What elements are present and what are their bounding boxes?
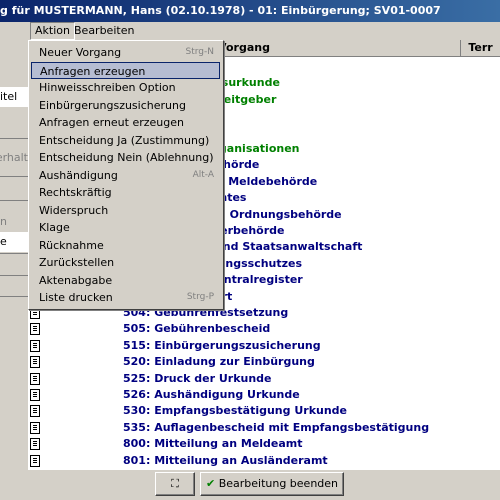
window-title: g für MUSTERMANN, Hans (02.10.1978) - 01…: [0, 4, 441, 17]
menu-item[interactable]: Liste drucken Strg-P: [31, 289, 220, 306]
table-row[interactable]: 505: Gebührenbescheid: [28, 320, 500, 337]
expand-button[interactable]: ⛶: [155, 472, 195, 496]
table-row[interactable]: 800: Mitteilung an Meldeamt: [28, 435, 500, 452]
separator: [0, 138, 28, 139]
menu-item-shortcut: Alt-A: [192, 169, 214, 180]
bottom-bar: ⛶ ✔ Bearbeitung beenden: [0, 470, 500, 500]
menu-item-label: Anfragen erzeugen: [40, 64, 146, 78]
menu-item[interactable]: Aktenabgabe: [31, 272, 220, 289]
row-label: 515: Einbürgerungszusicherung: [123, 338, 321, 352]
column-header-termin[interactable]: Terr: [461, 40, 500, 57]
finish-editing-button[interactable]: ✔ Bearbeitung beenden: [200, 472, 344, 496]
document-icon: [30, 372, 40, 385]
row-label: 520: Einladung zur Einbürgung: [123, 355, 315, 369]
table-row[interactable]: 530: Empfangsbestätigung Urkunde: [28, 402, 500, 419]
menu-item[interactable]: Anfragen erneut erzeugen: [31, 114, 220, 131]
menu-item-label: Hinweisschreiben Option: [39, 81, 176, 94]
row-label: 505: Gebührenbescheid: [123, 322, 271, 336]
menu-item[interactable]: Anfragen erzeugen: [31, 61, 220, 79]
menu-item[interactable]: Aushändigung Alt-A: [31, 167, 220, 184]
menu-item-shortcut: Strg-P: [186, 292, 214, 302]
left-tab-1[interactable]: itel: [0, 87, 28, 107]
menu-item[interactable]: Zurückstellen: [31, 254, 220, 271]
separator: [0, 176, 28, 177]
left-tab-3[interactable]: n: [0, 212, 28, 232]
fullscreen-icon: ⛶: [171, 477, 179, 490]
menu-item[interactable]: Widerspruch: [31, 202, 220, 219]
window-title-bar: g für MUSTERMANN, Hans (02.10.1978) - 01…: [0, 0, 500, 22]
menu-aktion[interactable]: Aktion: [30, 22, 75, 40]
menu-bearbeiten[interactable]: Bearbeiten: [70, 23, 138, 39]
aktion-dropdown-menu: Neuer Vorgang Strg-N Anfragen erzeugen Hinw…: [28, 40, 224, 310]
row-label: 525: Druck der Urkunde: [123, 371, 272, 385]
menu-item-label: Rechtskräftig: [39, 186, 112, 199]
finish-editing-label: Bearbeitung beenden: [218, 477, 339, 490]
row-label: 526: Aushändigung Urkunde: [123, 388, 300, 401]
document-icon: [30, 421, 40, 434]
checkmark-icon: ✔: [205, 477, 216, 490]
menu-item-label: Neuer Vorgang: [39, 46, 122, 59]
document-icon: [30, 339, 40, 352]
menu-bar: Aktion Bearbeiten: [0, 22, 500, 40]
menu-item-label: Aktenabgabe: [39, 273, 113, 287]
separator: [0, 296, 28, 297]
document-icon: [30, 389, 40, 401]
menu-item[interactable]: Rechtskräftig: [31, 184, 220, 201]
menu-item-label: Anfragen erneut erzeugen: [39, 116, 184, 129]
table-row[interactable]: 515: Einbürgerungszusicherung: [28, 337, 500, 354]
menu-item-label: Widerspruch: [39, 203, 109, 217]
menu-item-shortcut: Strg-N: [185, 47, 214, 57]
table-row[interactable]: 801: Mitteilung an Ausländeramt: [28, 452, 500, 469]
menu-item-label: Entscheidung Ja (Zustimmung): [39, 133, 210, 147]
menu-item[interactable]: Einbürgerungszusicherung: [31, 97, 220, 114]
row-label: 801: Mitteilung an Ausländeramt: [123, 453, 328, 467]
document-icon: [30, 405, 40, 418]
menu-item-label: Einbürgerungszusicherung: [39, 98, 186, 112]
menu-item-label: Liste drucken: [39, 291, 113, 304]
left-tab-2[interactable]: erhalt: [0, 148, 28, 168]
document-icon: [30, 323, 40, 336]
menu-item-label: Rücknahme: [39, 238, 104, 252]
document-icon: [30, 438, 40, 451]
separator: [0, 275, 28, 276]
left-tab-4[interactable]: e: [0, 232, 28, 252]
row-label: 535: Auflagenbescheid mit Empfangsbestät…: [123, 420, 430, 434]
row-label: 530: Empfangsbestätigung Urkunde: [123, 404, 348, 418]
document-icon: [30, 454, 40, 467]
separator: [0, 200, 28, 201]
menu-item-label: Entscheidung Nein (Ablehnung): [39, 151, 214, 164]
separator: [0, 253, 28, 254]
menu-item[interactable]: Rücknahme: [31, 237, 220, 254]
table-row[interactable]: 525: Druck der Urkunde: [28, 370, 500, 387]
table-row[interactable]: 535: Auflagenbescheid mit Empfangsbestät…: [28, 419, 500, 436]
document-icon: [30, 356, 40, 369]
menu-item[interactable]: Klage: [31, 219, 220, 236]
menu-item[interactable]: Entscheidung Nein (Ablehnung): [31, 149, 220, 166]
menu-item[interactable]: Entscheidung Ja (Zustimmung): [31, 132, 220, 149]
menu-item[interactable]: Hinweisschreiben Option: [31, 79, 220, 96]
table-row[interactable]: 526: Aushändigung Urkunde: [28, 386, 500, 403]
row-label: 800: Mitteilung an Meldeamt: [123, 437, 303, 451]
menu-item-label: Zurückstellen: [39, 256, 115, 269]
menu-item[interactable]: Neuer Vorgang Strg-N: [31, 44, 220, 61]
table-row[interactable]: 520: Einladung zur Einbürgung: [28, 353, 500, 370]
menu-item-label: Klage: [39, 221, 70, 234]
left-panel: itel erhalt n e: [0, 40, 28, 470]
menu-item-label: Aushändigung: [39, 168, 118, 182]
